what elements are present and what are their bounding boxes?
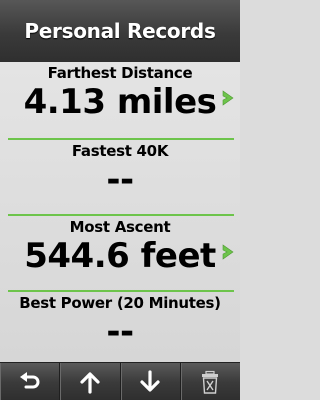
record-value: 4.13 miles xyxy=(23,82,217,122)
page-title: Personal Records xyxy=(24,19,216,43)
scroll-up-button[interactable] xyxy=(60,363,121,400)
record-most-ascent[interactable]: Most Ascent 544.6 feet xyxy=(0,216,240,292)
record-value: -- xyxy=(106,312,134,352)
scroll-down-button[interactable] xyxy=(121,363,181,400)
chevron-right-icon xyxy=(222,244,234,260)
delete-button[interactable] xyxy=(181,363,240,400)
records-list[interactable]: Farthest Distance 4.13 miles Fastest 40K… xyxy=(0,62,240,362)
title-bar: Personal Records xyxy=(0,0,240,62)
trash-icon xyxy=(202,370,219,394)
record-best-power[interactable]: Best Power (20 Minutes) -- xyxy=(0,292,240,368)
record-fastest-40k[interactable]: Fastest 40K -- xyxy=(0,140,240,216)
record-value: -- xyxy=(106,160,134,200)
record-farthest-distance[interactable]: Farthest Distance 4.13 miles xyxy=(0,62,240,138)
back-icon xyxy=(19,372,40,389)
chevron-right-icon xyxy=(222,90,234,106)
arrow-down-icon xyxy=(140,370,160,392)
arrow-up-icon xyxy=(80,372,100,394)
record-value: 544.6 feet xyxy=(24,236,216,276)
bottom-toolbar xyxy=(0,362,240,400)
personal-records-screen: Personal Records Farthest Distance 4.13 … xyxy=(0,0,240,400)
back-button[interactable] xyxy=(0,363,61,400)
